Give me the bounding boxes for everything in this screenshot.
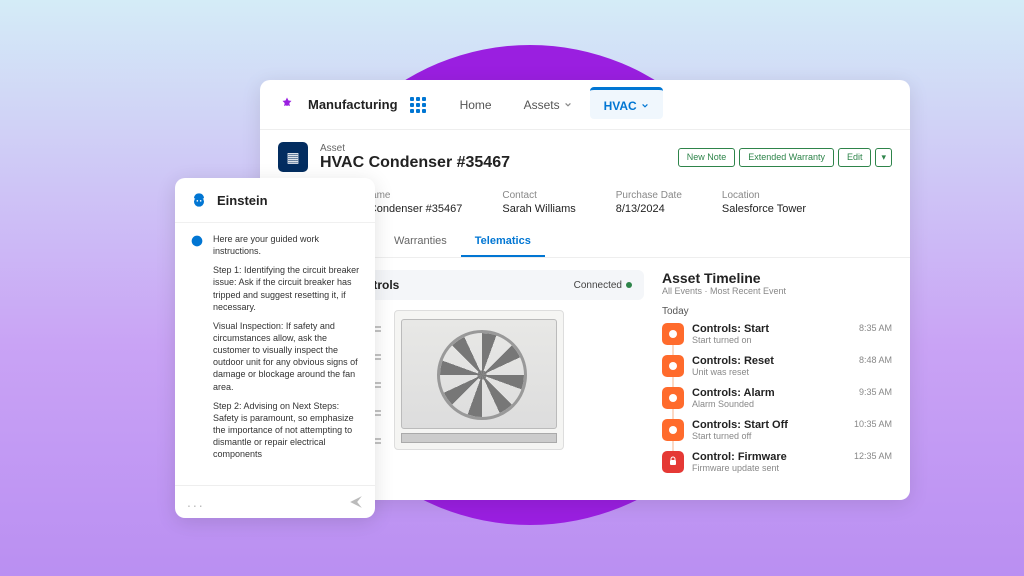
app-launcher-icon[interactable]: [410, 97, 426, 113]
hvac-base: [401, 433, 557, 443]
field-value: Sarah Williams: [502, 203, 575, 215]
field-label: Purchase Date: [616, 190, 682, 201]
einstein-intro: Here are your guided work instructions.: [213, 233, 361, 257]
tab-telematics[interactable]: Telematics: [461, 227, 545, 257]
send-icon[interactable]: [349, 495, 363, 509]
asset-timeline-panel: Asset Timeline All Events · Most Recent …: [662, 270, 892, 483]
event-name: Controls: Alarm: [692, 387, 851, 399]
field-value: 8/13/2024: [616, 203, 682, 215]
control-icon: [662, 323, 684, 345]
field-label: Contact: [502, 190, 575, 201]
asset-title: HVAC Condenser #35467: [320, 154, 510, 172]
einstein-message: Here are your guided work instructions. …: [213, 233, 361, 475]
header-actions: New Note Extended Warranty Edit ▾: [678, 148, 892, 167]
timeline-today-label: Today: [662, 306, 892, 317]
nav-home[interactable]: Home: [446, 90, 506, 119]
tab-warranties[interactable]: Warranties: [380, 227, 461, 257]
chevron-down-icon: [564, 101, 572, 109]
event-desc: Alarm Sounded: [692, 399, 851, 409]
field-value: Salesforce Tower: [722, 203, 806, 215]
timeline-item[interactable]: Controls: AlarmAlarm Sounded 9:35 AM: [662, 387, 892, 409]
app-name: Manufacturing: [308, 97, 398, 112]
status-dot-icon: [626, 282, 632, 288]
edit-button[interactable]: Edit: [838, 148, 872, 167]
event-desc: Unit was reset: [692, 367, 851, 377]
event-time: 12:35 AM: [854, 451, 892, 461]
einstein-icon: [189, 190, 209, 210]
nav-assets-label: Assets: [524, 98, 560, 112]
asset-header: ▦ Asset HVAC Condenser #35467 New Note E…: [260, 130, 910, 184]
control-icon: [662, 419, 684, 441]
nav-assets[interactable]: Assets: [510, 90, 586, 119]
controls-body: [338, 310, 644, 450]
event-time: 8:48 AM: [859, 355, 892, 365]
einstein-panel: Einstein Here are your guided work instr…: [175, 178, 375, 518]
field-contact: Contact Sarah Williams: [502, 190, 575, 215]
hvac-housing: [401, 319, 557, 429]
event-desc: Start turned on: [692, 335, 851, 345]
control-icon: [662, 355, 684, 377]
field-label: Location: [722, 190, 806, 201]
event-name: Controls: Start: [692, 323, 851, 335]
event-desc: Start turned off: [692, 431, 846, 441]
asset-type-icon: ▦: [278, 142, 308, 172]
event-name: Controls: Reset: [692, 355, 851, 367]
hvac-unit-image: [394, 310, 564, 450]
event-time: 9:35 AM: [859, 387, 892, 397]
einstein-title: Einstein: [217, 193, 268, 208]
asset-label: Asset: [320, 143, 510, 154]
field-purchase-date: Purchase Date 8/13/2024: [616, 190, 682, 215]
timeline-item[interactable]: Control: FirmwareFirmware update sent 12:…: [662, 451, 892, 473]
einstein-header: Einstein: [175, 178, 375, 223]
event-name: Controls: Start Off: [692, 419, 846, 431]
hvac-fan-icon: [437, 330, 527, 420]
nav-home-label: Home: [460, 98, 492, 112]
nav-tabs: Home Assets HVAC: [446, 90, 663, 119]
firmware-icon: [662, 451, 684, 473]
timeline-item[interactable]: Controls: StartStart turned on 8:35 AM: [662, 323, 892, 345]
connection-label: Connected: [574, 280, 622, 291]
einstein-step2: Step 2: Advising on Next Steps: Safety i…: [213, 400, 361, 461]
new-note-button[interactable]: New Note: [678, 148, 736, 167]
field-location: Location Salesforce Tower: [722, 190, 806, 215]
more-actions-button[interactable]: ▾: [875, 148, 892, 167]
control-icon: [662, 387, 684, 409]
nav-hvac[interactable]: HVAC: [590, 87, 663, 119]
einstein-body: Here are your guided work instructions. …: [175, 223, 375, 485]
timeline-title: Asset Timeline: [662, 270, 892, 286]
event-time: 8:35 AM: [859, 323, 892, 333]
event-name: Control: Firmware: [692, 451, 846, 463]
einstein-step1: Step 1: Identifying the circuit breaker …: [213, 264, 361, 313]
einstein-input-bar[interactable]: ...: [175, 485, 375, 518]
event-time: 10:35 AM: [854, 419, 892, 429]
einstein-placeholder: ...: [187, 494, 205, 510]
extended-warranty-button[interactable]: Extended Warranty: [739, 148, 834, 167]
chevron-down-icon: [641, 102, 649, 110]
controls-header: Controls Connected: [338, 270, 644, 300]
einstein-avatar-icon: [189, 233, 205, 249]
nav-hvac-label: HVAC: [604, 99, 637, 113]
detail-tabs: Warranties Telematics: [320, 227, 910, 258]
event-desc: Firmware update sent: [692, 463, 846, 473]
timeline-subtitle: All Events · Most Recent Event: [662, 286, 892, 296]
timeline-item[interactable]: Controls: Start OffStart turned off 10:35…: [662, 419, 892, 441]
manufacturing-icon: [278, 96, 296, 114]
top-navigation-bar: Manufacturing Home Assets HVAC: [260, 80, 910, 130]
einstein-visual: Visual Inspection: If safety and circums…: [213, 320, 361, 393]
timeline-item[interactable]: Controls: ResetUnit was reset 8:48 AM: [662, 355, 892, 377]
connection-status: Connected: [574, 280, 632, 291]
